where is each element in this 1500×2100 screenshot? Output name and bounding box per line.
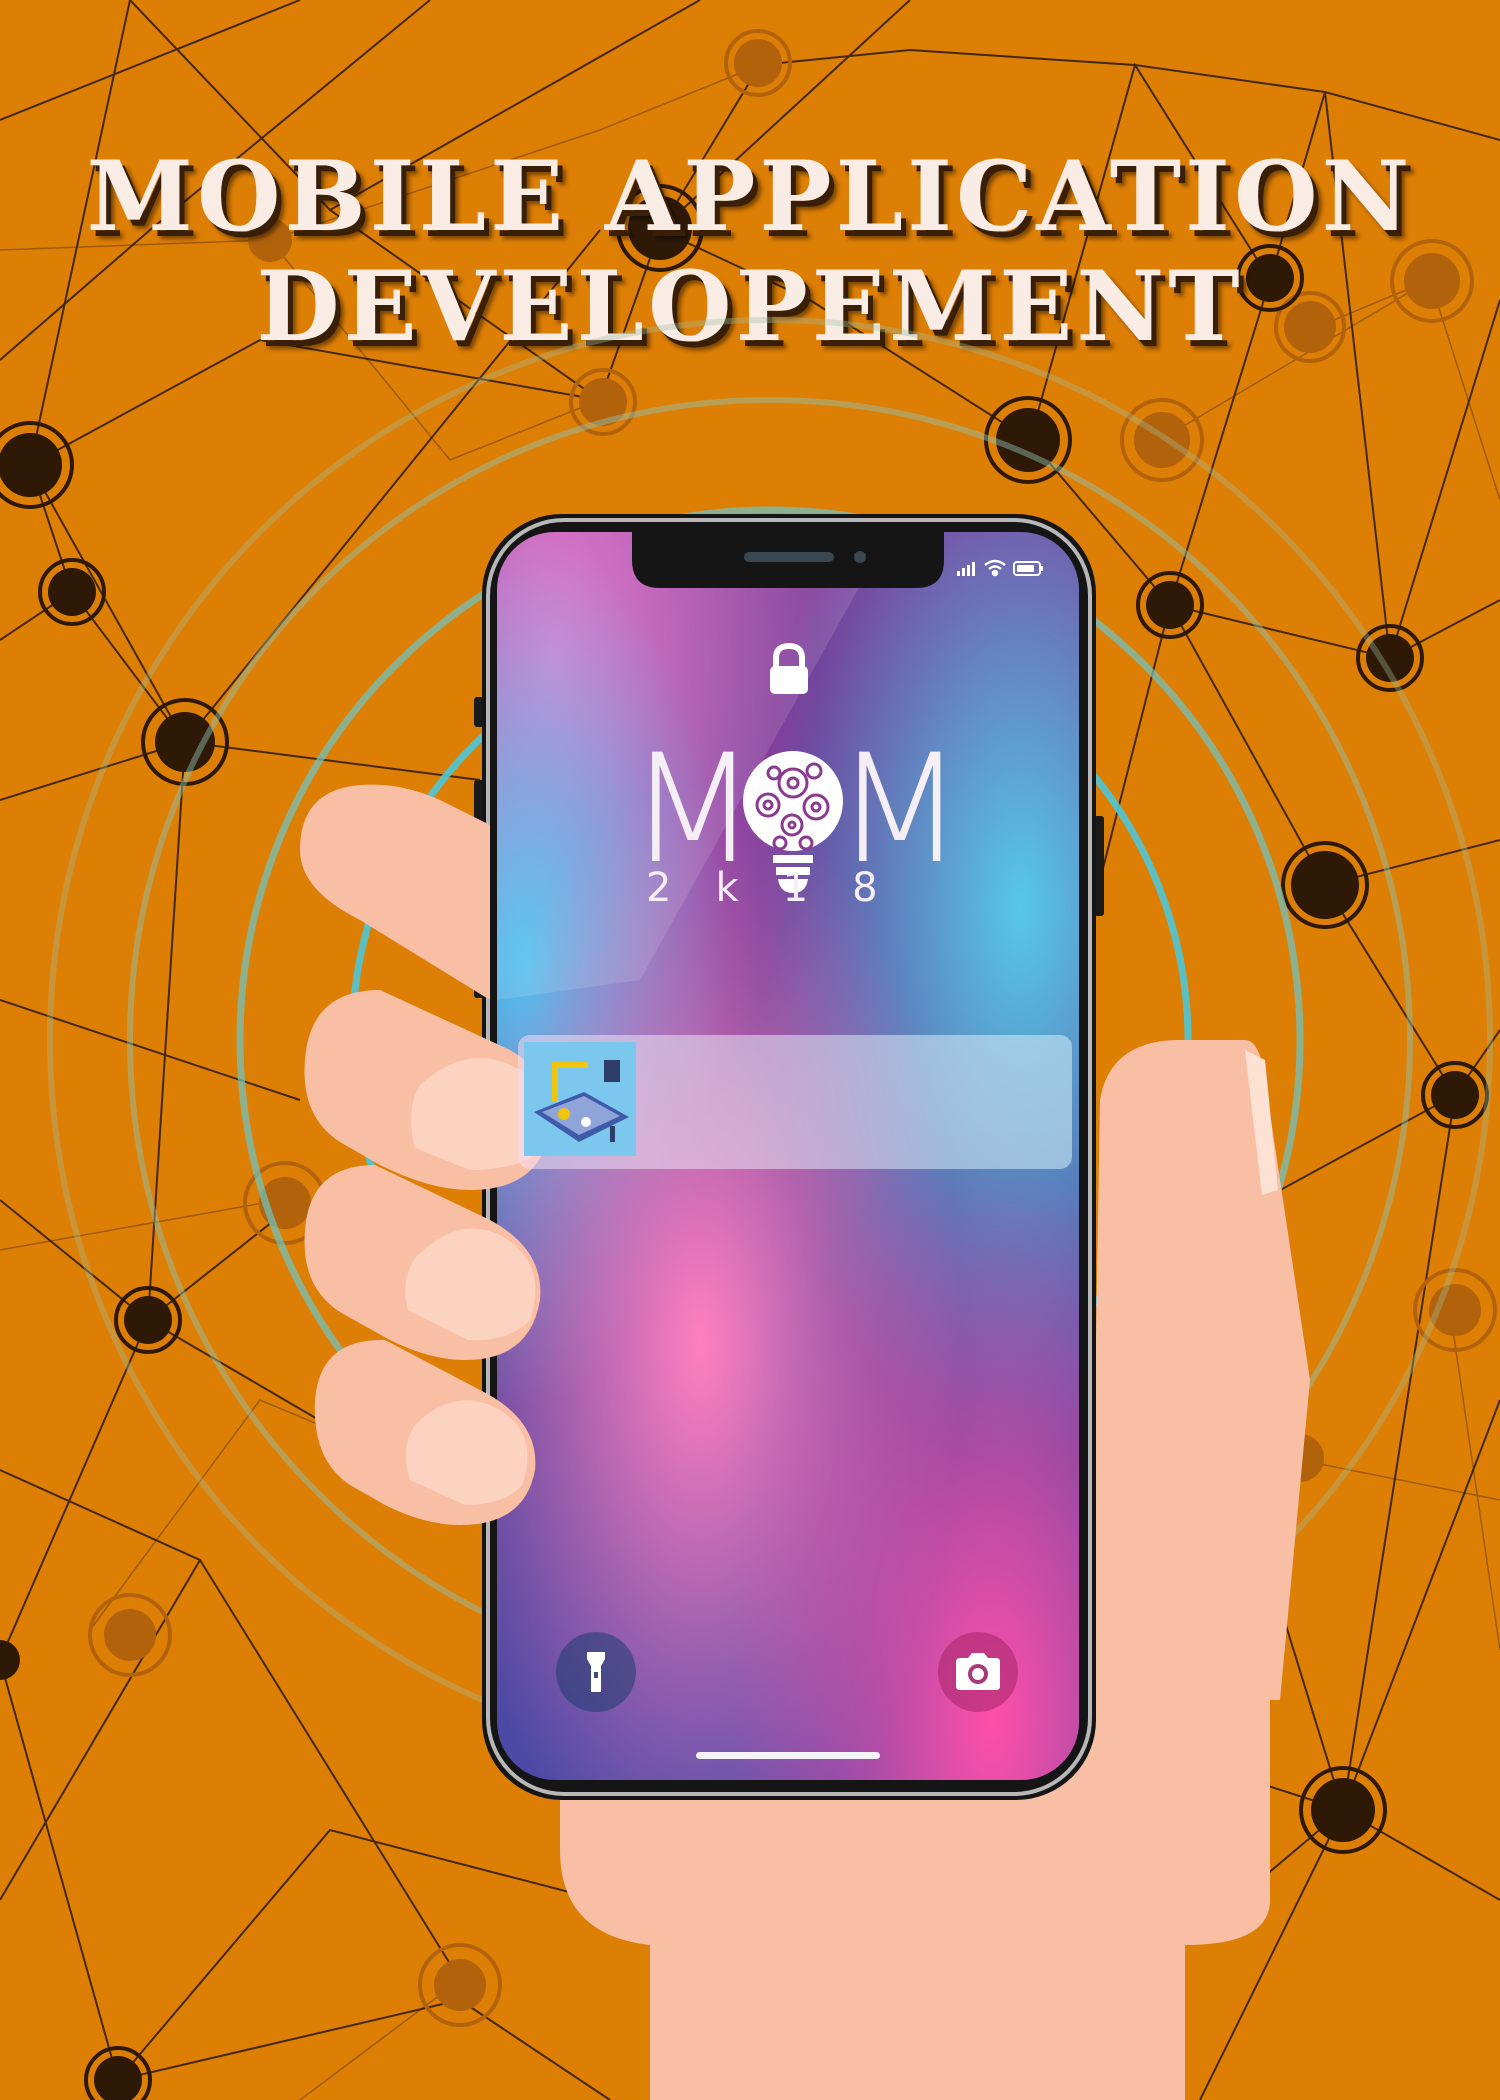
wifi-icon — [984, 559, 1006, 577]
camera-button[interactable] — [938, 1632, 1018, 1712]
flashlight-button[interactable] — [556, 1632, 636, 1712]
home-indicator[interactable] — [696, 1752, 880, 1759]
app-development-illustration — [524, 1042, 636, 1156]
mom-2k18-logo: M M 2k18 — [620, 735, 964, 915]
notification-thumbnail — [524, 1042, 636, 1156]
signal-icon — [957, 562, 975, 576]
flashlight-icon — [587, 1652, 605, 1692]
camera-icon — [956, 1653, 1000, 1690]
logo-letter-right: M — [835, 723, 965, 897]
logo-subtitle: 2k18 — [646, 865, 922, 911]
lock-icon — [770, 642, 808, 694]
battery-icon — [1013, 561, 1043, 576]
status-bar — [957, 559, 1043, 577]
